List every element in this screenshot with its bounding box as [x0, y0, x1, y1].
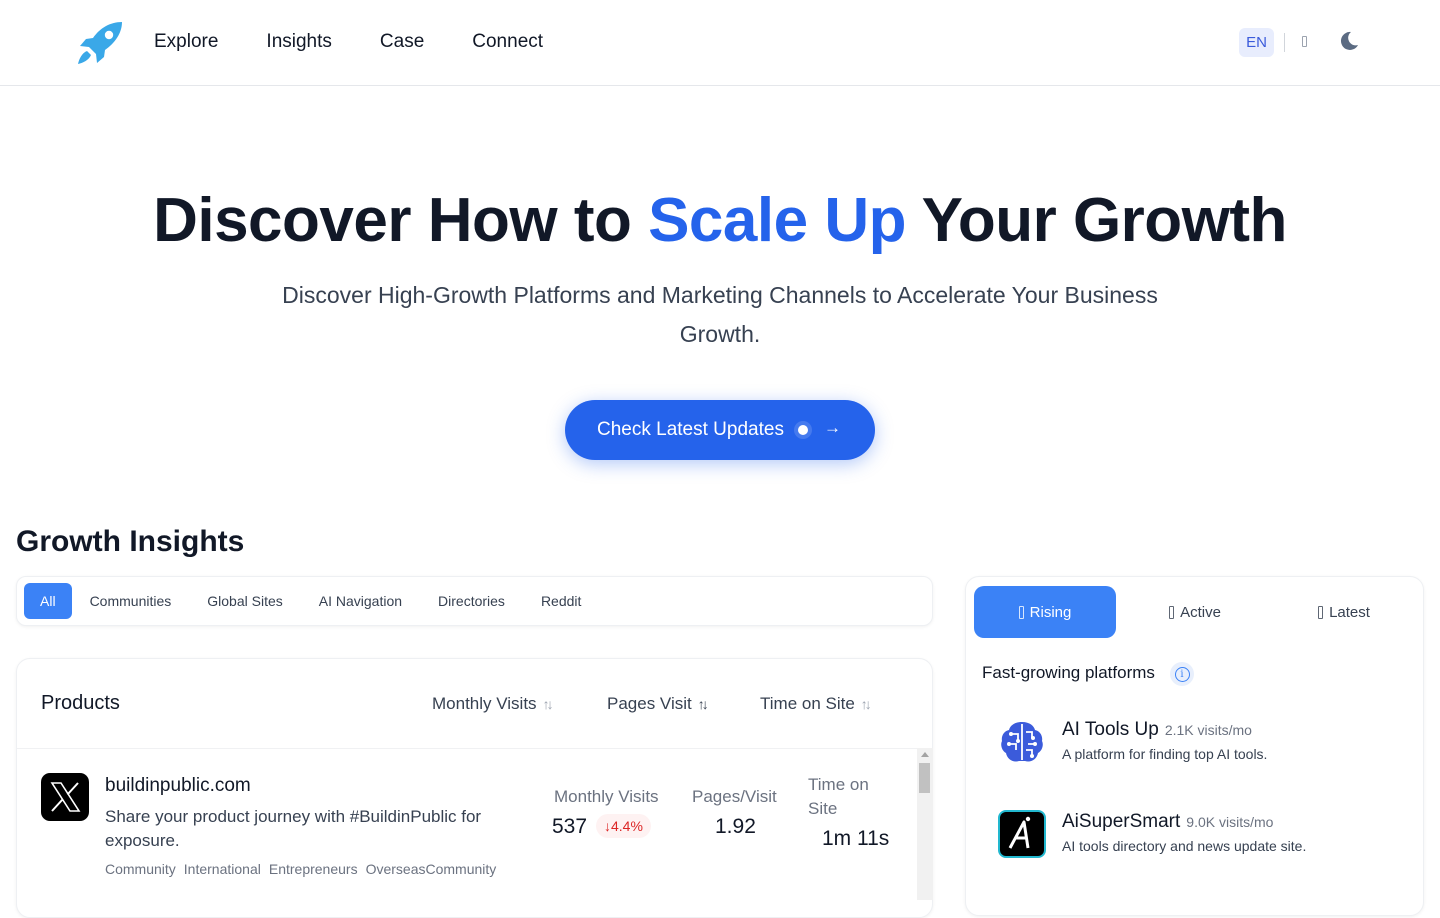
nav-explore[interactable]: Explore [154, 30, 218, 54]
tab-label: Latest [1329, 603, 1370, 621]
tab-latest[interactable]: Latest [1273, 586, 1415, 638]
tab-active[interactable]: Active [1124, 586, 1266, 638]
main-nav: Explore Insights Case Connect [154, 30, 591, 54]
brain-circuit-icon [1001, 722, 1043, 762]
sort-monthly-visits[interactable]: Monthly Visits ↑↓ [432, 694, 554, 714]
aisupersmart-logo-icon [998, 810, 1046, 858]
product-name[interactable]: buildinpublic.com [105, 775, 251, 797]
site-header: Explore Insights Case Connect EN [0, 0, 1440, 86]
filter-communities[interactable]: Communities [72, 583, 190, 619]
status-dot-icon [794, 421, 812, 439]
monthly-visits-value: 537 [552, 815, 588, 838]
sort-time-on-site[interactable]: Time on Site ↑↓ [760, 694, 872, 714]
pages-visit-label: Pages/Visit [692, 787, 777, 806]
platform-visits: 2.1K visits/mo [1164, 722, 1252, 738]
hero-title: Discover How to Scale Up Your Growth [0, 186, 1440, 256]
product-tags: Community International Entrepreneurs Ov… [105, 861, 496, 877]
products-scrollbar[interactable] [917, 748, 933, 900]
filter-reddit[interactable]: Reddit [523, 583, 599, 619]
visits-change-badge: ↓4.4% [596, 814, 651, 838]
cta-label: Check Latest Updates [597, 419, 784, 440]
sort-label: Pages Visit [607, 694, 692, 713]
sort-label: Time on Site [760, 694, 855, 713]
time-on-site-value: 1m 11s [822, 827, 890, 850]
panel-heading: Fast-growing platforms [982, 663, 1155, 682]
platform-item[interactable]: AI Tools Up 2.1K visits/mo A platform for… [998, 718, 1418, 778]
sort-arrows-icon: ↑↓ [542, 696, 554, 712]
hero-title-post: Your Growth [905, 186, 1288, 255]
hero-title-accent: Scale Up [648, 186, 906, 255]
info-icon[interactable]: i [1170, 662, 1194, 686]
moon-icon[interactable] [1338, 30, 1360, 52]
sort-arrows-icon: ↑↓ [697, 696, 709, 712]
header-divider [1284, 33, 1285, 52]
filter-ai-navigation[interactable]: AI Navigation [301, 583, 420, 619]
scroll-up-arrow-icon[interactable] [921, 752, 929, 757]
tab-label: Rising [1029, 603, 1072, 621]
arrow-right-icon: → [824, 418, 841, 437]
activity-icon [1169, 605, 1175, 619]
tab-rising[interactable]: Rising [974, 586, 1116, 638]
platform-name: AI Tools Up 2.1K visits/mo [1062, 719, 1252, 741]
clock-icon [1318, 605, 1324, 619]
missing-glyph-icon[interactable] [1302, 36, 1307, 47]
products-title: Products [41, 692, 120, 714]
products-header: Products Monthly Visits ↑↓ Pages Visit ↑… [17, 659, 932, 749]
products-table: Products Monthly Visits ↑↓ Pages Visit ↑… [16, 658, 933, 918]
filter-directories[interactable]: Directories [420, 583, 523, 619]
section-title: Growth Insights [16, 525, 245, 558]
monthly-visits-label: Monthly Visits [554, 787, 659, 806]
platform-description: A platform for finding top AI tools. [1062, 746, 1268, 762]
filter-all[interactable]: All [24, 583, 72, 619]
time-on-site-label: Time on Site [808, 775, 869, 818]
product-row[interactable]: buildinpublic.com Share your product jou… [17, 749, 917, 917]
pages-visit-value: 1.92 [715, 815, 756, 838]
platform-name-text: AI Tools Up [1062, 719, 1159, 740]
trending-icon [1018, 605, 1024, 619]
filter-global-sites[interactable]: Global Sites [189, 583, 300, 619]
tag[interactable]: OverseasCommunity [366, 861, 497, 877]
tag[interactable]: Community [105, 861, 176, 877]
sort-arrows-icon: ↑↓ [860, 696, 872, 712]
check-latest-updates-button[interactable]: Check Latest Updates → [565, 400, 875, 460]
nav-connect[interactable]: Connect [472, 30, 543, 54]
platform-visits: 9.0K visits/mo [1186, 814, 1274, 830]
scroll-thumb[interactable] [919, 763, 930, 793]
hero-title-pre: Discover How to [153, 186, 649, 255]
tab-label: Active [1180, 603, 1221, 621]
tag[interactable]: Entrepreneurs [269, 861, 358, 877]
platforms-panel: Rising Active Latest Fast-growing platfo… [965, 576, 1424, 916]
category-filter-bar: All Communities Global Sites AI Navigati… [16, 576, 933, 626]
language-button[interactable]: EN [1239, 28, 1274, 57]
platform-description: AI tools directory and news update site. [1062, 838, 1307, 854]
x-logo-icon [41, 773, 89, 821]
nav-case[interactable]: Case [380, 30, 424, 54]
product-description: Share your product journey with #Buildin… [105, 807, 482, 850]
platform-name-text: AiSuperSmart [1062, 811, 1181, 832]
sort-pages-visit[interactable]: Pages Visit ↑↓ [607, 694, 709, 714]
hero-subtitle: Discover High-Growth Platforms and Marke… [282, 282, 1158, 347]
platform-item[interactable]: AiSuperSmart 9.0K visits/mo AI tools dire… [998, 810, 1418, 870]
rocket-icon[interactable] [76, 20, 124, 66]
platform-name: AiSuperSmart 9.0K visits/mo [1062, 811, 1273, 833]
sort-label: Monthly Visits [432, 694, 537, 713]
nav-insights[interactable]: Insights [266, 30, 331, 54]
tag[interactable]: International [184, 861, 261, 877]
